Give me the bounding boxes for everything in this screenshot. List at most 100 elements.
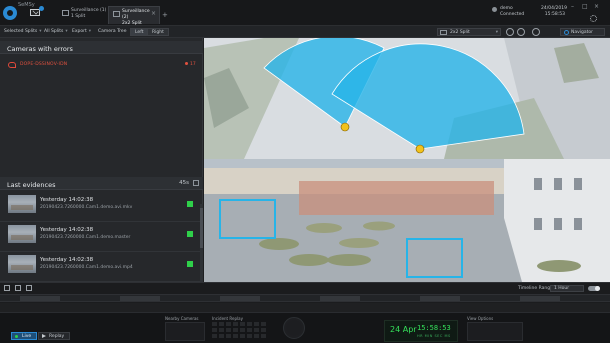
timeline-range-select[interactable]: 1 Hour [550,285,584,292]
clock-date: 24 Apr [390,325,417,334]
evidences-title: Last evidences [7,181,56,189]
datetime: 24/04/2019 15:58:53 [541,6,567,18]
play-icon [42,334,46,338]
evidences-header: Last evidences 45s [0,177,203,190]
evidences-scrollbar-thumb[interactable] [200,208,203,248]
export-menu[interactable]: Export ▾ [72,28,91,36]
minimize-icon[interactable]: – [571,3,574,10]
evidence-item[interactable]: Yesterday 14:02:38 20190423.7260000.Cam1… [0,252,200,282]
close-window-icon[interactable]: × [594,3,599,10]
timeline-ruler[interactable] [0,294,610,302]
cameras-errors-header: Cameras with errors [0,41,203,54]
evidence-filename: 20190423.7260000.Cam1.demo.avi.mkv [40,205,133,210]
tab-title: Surveillance (2) [122,9,150,20]
evidence-item[interactable]: Yesterday 14:02:38 20190423.7260000.Cam1… [0,222,200,252]
umbrella [339,238,379,248]
umbrella [363,221,395,231]
evidence-status-indicator [187,201,193,207]
ruler-tick [520,296,560,301]
window [574,218,582,230]
fullscreen-icon[interactable] [532,28,540,36]
timeline-tools [4,285,44,293]
timeline-track[interactable] [0,303,610,312]
timeline-range-label: Timeline Range [518,286,553,291]
umbrella [327,254,371,266]
split-icon [62,10,69,16]
zoom-in-icon[interactable] [506,28,514,36]
nearby-cameras-panel[interactable] [165,322,205,341]
umbrella [537,260,581,272]
clock-units: HR MIN SEC MS [417,334,451,338]
tab-surveillance-2[interactable]: Surveillance (2) 2x2 Split × [108,6,160,26]
error-count: 17 [185,62,196,67]
left-panel: Cameras with errors DOPE-DSSINOV-IDN 17 … [0,38,203,282]
clock-time: 15:58:53 [417,324,451,332]
evidence-filename: 20190423.7260000.Cam1.demo.master [40,235,131,240]
evidence-status-indicator [187,261,193,267]
evidence-time: Yesterday 14:02:38 [40,227,94,233]
view-options-panel[interactable] [467,322,523,341]
camera-marker-icon[interactable] [340,122,350,132]
error-camera-row[interactable]: DOPE-DSSINOV-IDN 17 [0,60,203,69]
live-button[interactable]: Live [11,332,38,340]
camera-marker-icon[interactable] [415,144,425,154]
navigator-icon [564,30,569,35]
connection-status: Connected [500,12,525,17]
maximize-icon[interactable]: □ [582,3,588,10]
evidence-status-indicator [187,231,193,237]
evidence-thumbnail [8,225,36,243]
timeline[interactable]: Timeline Range 1 Hour [0,282,610,312]
navigator-button[interactable]: Navigator [560,28,605,36]
ruler-tick [220,296,260,301]
user-status[interactable]: demo Connected [500,6,524,18]
view-options-label: View Options [467,316,494,321]
user-icon [492,7,497,12]
selected-splits-menu[interactable]: Selected Splits ▾ [4,28,42,36]
umbrella [289,254,329,266]
ruler-tick [420,296,460,301]
playback-clock: 24 Apr 15:58:53 HR MIN SEC MS [384,320,458,342]
evidence-item[interactable]: Yesterday 14:02:38 20190423.7260000.Cam1… [0,192,200,222]
nearby-cameras-label: Nearby Cameras [165,316,199,321]
ruler-tick [120,296,160,301]
market-stalls [299,181,494,215]
history-grid[interactable] [212,322,272,341]
live-camera-view[interactable] [204,159,610,282]
app-logo-icon [3,6,17,20]
camera-tree-left-button[interactable]: Left [130,28,149,36]
camera-tree-right-button[interactable]: Right [147,28,169,36]
evidence-time: Yesterday 14:02:38 [40,197,94,203]
timeline-toggle[interactable] [588,286,600,291]
evidence-thumbnail [8,255,36,273]
video-split-area[interactable] [204,38,610,282]
live-indicator-icon [15,335,18,338]
zoom-out-icon[interactable] [517,28,525,36]
filter-icon[interactable] [4,285,10,291]
close-tab-icon[interactable]: × [151,11,156,17]
window [554,178,562,190]
tab-surveillance-1[interactable]: Surveillance (1) 1 Split [58,6,111,24]
split-layout-select[interactable]: 2x2 Split ▾ [437,28,501,36]
messages-icon[interactable] [30,9,40,16]
evidences-count: 45s [179,180,189,186]
chevron-down-icon: ▾ [495,30,498,35]
cameras-errors-title: Cameras with errors [7,45,73,53]
sort-icon[interactable] [193,180,199,186]
evidence-thumbnail [8,195,36,213]
tab-subtitle: 1 Split [71,14,86,19]
ruler-tick [320,296,360,301]
jog-dial[interactable] [283,317,305,339]
playback-controls: Live Replay Nearby Cameras Incident Repl… [0,312,610,343]
app-name: SeMSy [18,2,35,8]
export-icon[interactable] [26,285,32,291]
replay-button[interactable]: Replay [38,332,71,340]
evidence-filename: 20190423.7260000.Cam1.demo.avi.mp4 [40,265,133,270]
window [534,178,542,190]
map-view[interactable] [204,38,610,159]
all-splits-menu[interactable]: All Splits ▾ [44,28,68,36]
split-icon [113,11,120,17]
bookmark-icon[interactable] [15,285,21,291]
add-tab-icon[interactable]: + [162,11,168,19]
settings-gear-icon[interactable] [590,15,597,22]
time-text: 15:58:53 [544,12,565,17]
